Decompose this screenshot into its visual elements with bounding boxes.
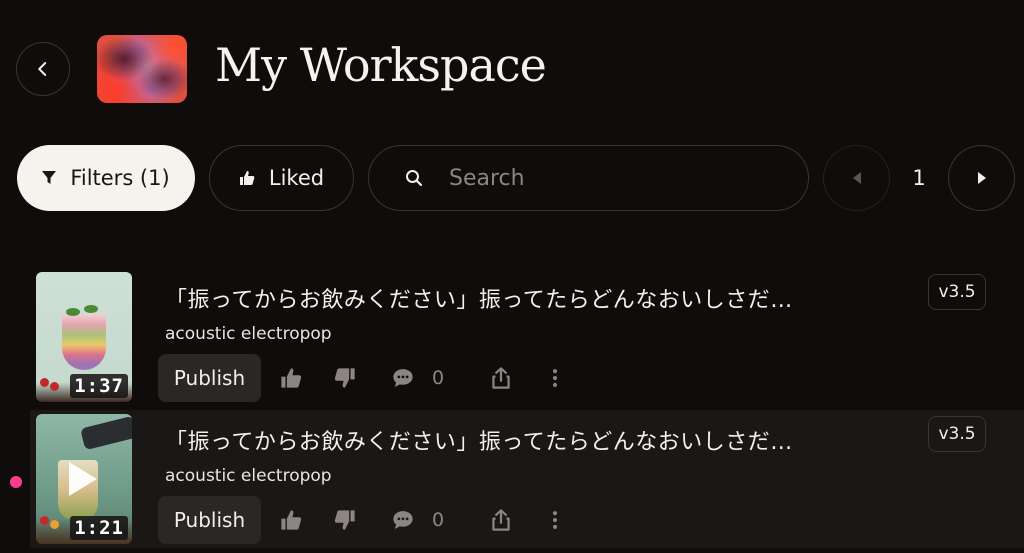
like-button[interactable] <box>280 366 302 390</box>
version-badge: v3.5 <box>928 416 986 452</box>
song-title[interactable]: 「振ってからお飲みください」振ってたらどんなおいしさだ… <box>165 282 925 314</box>
search-box[interactable] <box>368 145 809 211</box>
caret-left-icon <box>852 172 861 184</box>
song-duration: 1:37 <box>70 374 128 398</box>
thumbs-up-icon <box>239 171 255 185</box>
drink-illustration <box>62 314 106 370</box>
song-style-tag[interactable]: acoustic electropop <box>165 466 332 486</box>
comment-icon <box>393 511 413 529</box>
thumbs-down-icon <box>334 368 355 388</box>
fruit-decoration <box>50 520 59 529</box>
search-input[interactable] <box>447 164 771 192</box>
bottle-illustration <box>80 415 132 451</box>
berry-decoration <box>40 516 49 525</box>
back-button[interactable] <box>16 42 70 96</box>
chevron-left-icon <box>38 62 47 76</box>
version-badge: v3.5 <box>928 274 986 310</box>
page-number: 1 <box>912 166 926 190</box>
song-cover-image[interactable]: 1:37 <box>36 272 132 402</box>
share-icon <box>492 367 510 389</box>
leaf-decoration <box>84 305 98 313</box>
page-title: My Workspace <box>215 38 547 92</box>
more-vertical-icon <box>552 511 558 529</box>
dislike-button[interactable] <box>334 366 356 390</box>
publish-button[interactable]: Publish <box>158 496 261 544</box>
more-options-button[interactable] <box>544 366 566 390</box>
now-playing-indicator <box>10 476 22 488</box>
song-row[interactable]: 1:21 「振ってからお飲みください」振ってたらどんなおいしさだ… v3.5 a… <box>30 410 1024 548</box>
like-button[interactable] <box>280 508 302 532</box>
share-button[interactable] <box>490 508 512 532</box>
next-page-button[interactable] <box>948 145 1015 211</box>
song-title[interactable]: 「振ってからお飲みください」振ってたらどんなおいしさだ… <box>165 424 925 456</box>
liked-label: Liked <box>268 166 325 190</box>
share-icon <box>492 509 510 531</box>
more-vertical-icon <box>552 369 558 387</box>
comment-button[interactable] <box>392 508 414 532</box>
more-options-button[interactable] <box>544 508 566 532</box>
song-cover-image[interactable]: 1:21 <box>36 414 132 544</box>
publish-button[interactable]: Publish <box>158 354 261 402</box>
song-row[interactable]: 1:37 「振ってからお飲みください」振ってたらどんなおいしさだ… v3.5 a… <box>30 268 1024 406</box>
dislike-button[interactable] <box>334 508 356 532</box>
song-style-tag[interactable]: acoustic electropop <box>165 324 332 344</box>
filters-button[interactable]: Filters (1) <box>17 145 195 211</box>
search-icon <box>406 170 423 187</box>
play-icon[interactable] <box>69 462 97 496</box>
filters-label: Filters (1) <box>70 166 170 190</box>
berry-decoration <box>40 378 49 387</box>
workspace-cover-image[interactable] <box>97 35 187 103</box>
thumbs-down-icon <box>334 510 355 530</box>
liked-filter-button[interactable]: Liked <box>209 145 354 211</box>
thumbs-up-icon <box>281 368 302 388</box>
caret-right-icon <box>977 172 986 184</box>
comment-count: 0 <box>432 367 445 389</box>
comment-count: 0 <box>432 509 445 531</box>
berry-decoration <box>50 382 59 391</box>
thumbs-up-icon <box>281 510 302 530</box>
leaf-decoration <box>66 308 80 316</box>
song-duration: 1:21 <box>70 516 128 540</box>
comment-button[interactable] <box>392 366 414 390</box>
comment-icon <box>393 369 413 387</box>
previous-page-button[interactable] <box>823 145 890 211</box>
filter-icon <box>42 171 57 184</box>
share-button[interactable] <box>490 366 512 390</box>
